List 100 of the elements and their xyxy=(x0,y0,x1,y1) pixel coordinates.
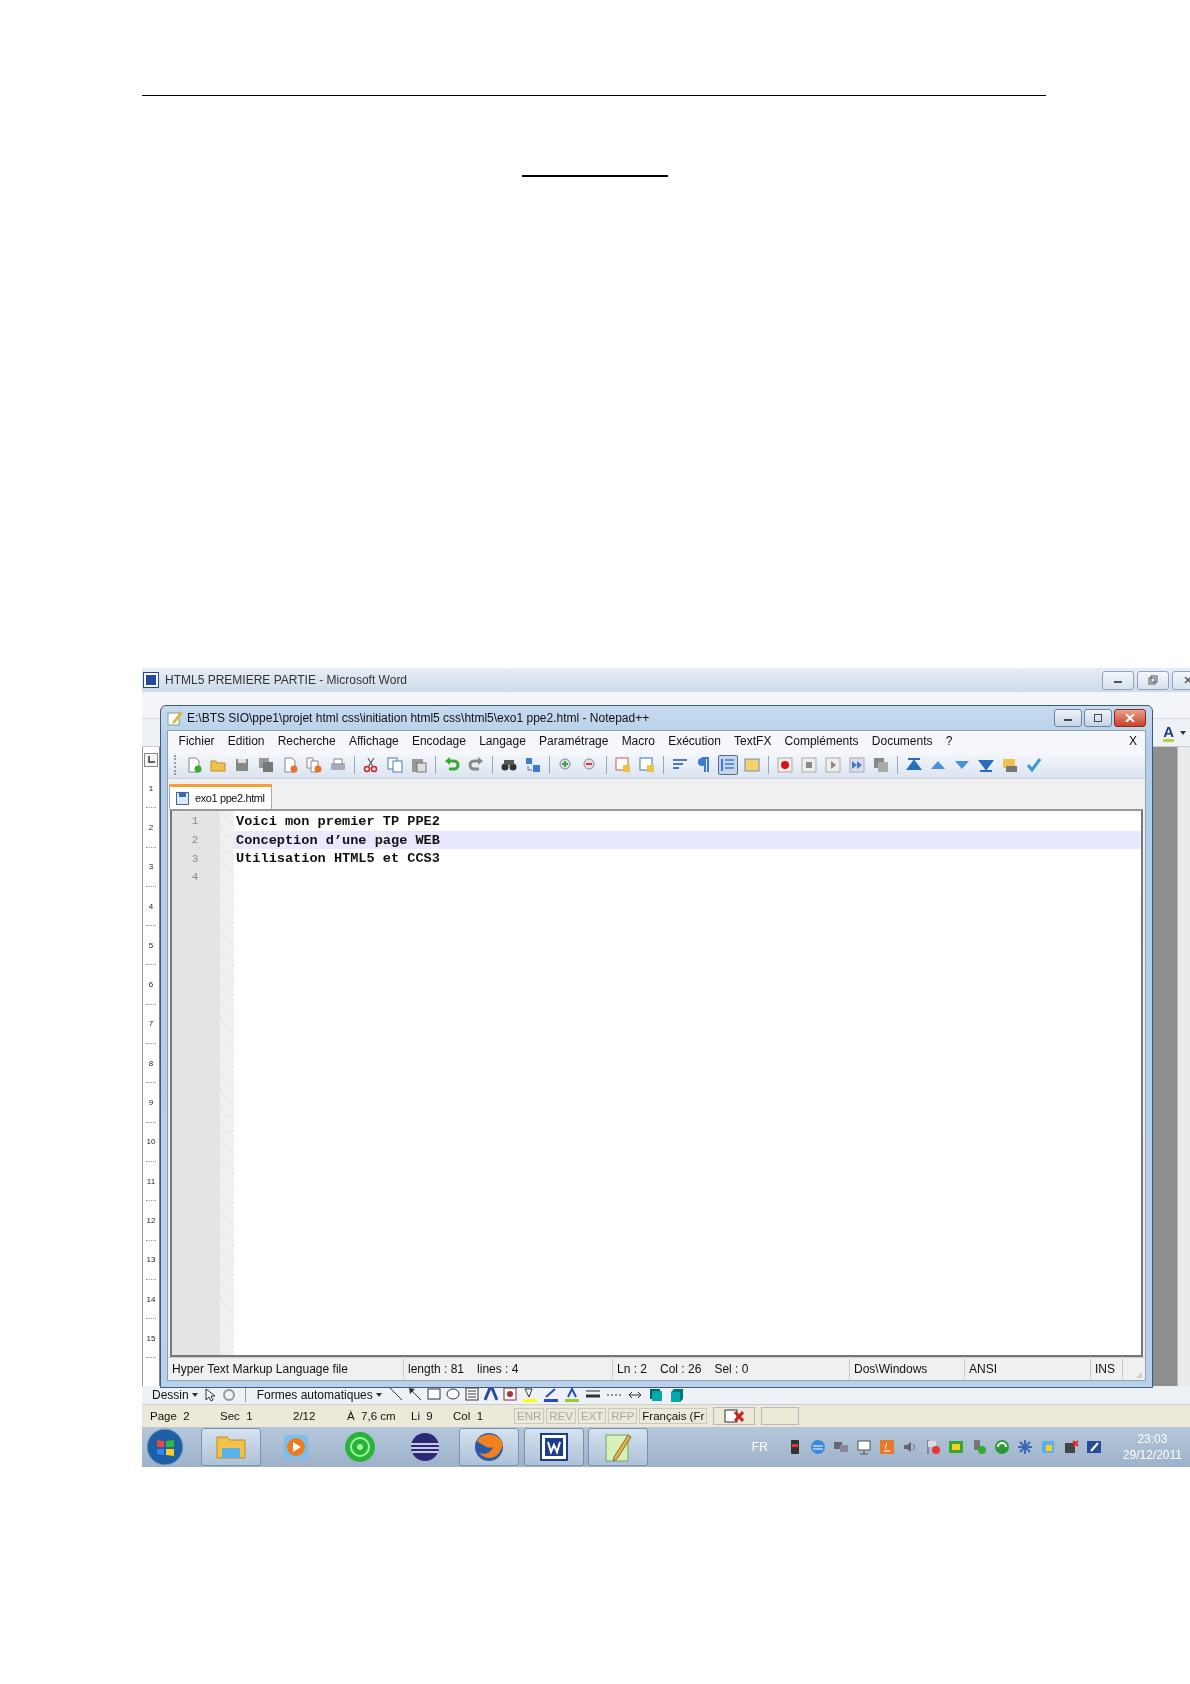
caret-icon xyxy=(375,1393,382,1397)
menu-item[interactable]: Edition xyxy=(221,734,272,748)
menu-item[interactable]: Recherche xyxy=(271,734,343,748)
minimize-button[interactable] xyxy=(1054,709,1082,727)
line-color-icon[interactable] xyxy=(542,1387,559,1403)
tab-stop-icon xyxy=(147,756,155,764)
status-field: Français (Fr xyxy=(639,1408,708,1424)
printer-icon xyxy=(330,756,346,773)
zoom-out-icon xyxy=(582,756,598,773)
split-window-button[interactable] xyxy=(613,754,633,775)
indent-guide-button[interactable] xyxy=(718,754,738,775)
line-number: 4 xyxy=(191,871,199,884)
close-button[interactable] xyxy=(1114,709,1146,727)
diagram-icon[interactable] xyxy=(502,1387,517,1403)
chart-icon[interactable] xyxy=(947,1439,964,1455)
oval-icon[interactable] xyxy=(445,1387,460,1403)
rectangle-icon[interactable] xyxy=(426,1387,441,1403)
floppy-stack-icon xyxy=(258,756,274,773)
status-field: EXT xyxy=(577,1408,607,1424)
text-editor[interactable]: 1 2 3 4 Voici mon premier TP PPE2 Conception d’une page WEB Utilisation HTML5 et CCS3 xyxy=(170,809,1143,1357)
split-window-icon xyxy=(639,756,655,773)
start-orb-icon[interactable] xyxy=(146,1428,184,1466)
speaker-icon[interactable] xyxy=(901,1439,918,1455)
dropdown-button[interactable]: Formes automatiques xyxy=(254,1388,384,1402)
minimize-button[interactable] xyxy=(1102,670,1134,690)
status-field: 2/12 xyxy=(290,1408,334,1424)
menu-item[interactable]: Encodage xyxy=(405,734,473,748)
line-ending-label: Dos\Windows xyxy=(854,1362,928,1376)
stop-button[interactable] xyxy=(799,754,819,775)
clock-time: 23:03 xyxy=(1137,1431,1168,1447)
ruler-number: 9 xyxy=(148,1098,154,1107)
code-line: Conception d’une page WEB xyxy=(236,832,440,848)
menu-item[interactable]: Macro xyxy=(615,734,662,748)
menu-item[interactable]: Fichier xyxy=(172,734,222,748)
split-window-button[interactable] xyxy=(637,754,657,775)
menu-item[interactable]: Affichage xyxy=(342,734,406,748)
menu-item[interactable]: Compléments xyxy=(778,734,866,748)
menu-item[interactable]: ? xyxy=(939,734,959,748)
file-tab[interactable]: exo1 ppe2.html xyxy=(169,784,272,809)
close-files-button[interactable] xyxy=(304,754,324,775)
panel-icon xyxy=(744,756,760,773)
jump-top-icon xyxy=(906,756,922,773)
font-color-button[interactable]: A xyxy=(1161,723,1188,742)
taskbar-button[interactable] xyxy=(523,1428,584,1466)
close-document-button[interactable]: X xyxy=(1121,734,1145,748)
power-plug-icon[interactable] xyxy=(1062,1439,1079,1455)
pointer-icon[interactable] xyxy=(204,1388,217,1402)
column-label: Col : 26 xyxy=(660,1362,702,1376)
taskbar-button[interactable] xyxy=(459,1428,519,1466)
copy-button[interactable] xyxy=(385,754,405,775)
ruler-number: 7 xyxy=(148,1019,154,1029)
status-field: Page 2 xyxy=(147,1408,215,1424)
font-color-icon[interactable] xyxy=(563,1387,580,1403)
document-printer-icon xyxy=(1002,756,1018,773)
ruler-number: 8 xyxy=(148,1058,154,1068)
encoding-label: ANSI xyxy=(969,1362,997,1376)
record-button[interactable] xyxy=(775,754,795,775)
ruler-number: 13 xyxy=(146,1255,156,1265)
arrow-icon[interactable] xyxy=(407,1387,422,1403)
striped-disc-icon[interactable] xyxy=(809,1439,826,1455)
line-number: 2 xyxy=(191,834,199,847)
monitors-icon[interactable] xyxy=(832,1439,849,1455)
record-icon xyxy=(777,756,793,773)
line-icon[interactable] xyxy=(388,1387,403,1403)
tab-stop-button[interactable] xyxy=(144,753,158,767)
insert-mode-label: INS xyxy=(1095,1362,1115,1376)
line-number: 1 xyxy=(191,815,199,828)
menu-item[interactable]: TextFX xyxy=(727,734,778,748)
fast-forward-button[interactable] xyxy=(847,754,867,775)
snowflake-icon[interactable] xyxy=(1016,1439,1033,1455)
maximize-button[interactable] xyxy=(1084,709,1112,727)
close-file-icon xyxy=(282,756,298,773)
fill-color-icon[interactable] xyxy=(521,1387,538,1403)
flag-error-icon[interactable] xyxy=(924,1439,941,1455)
play-button[interactable] xyxy=(823,754,843,775)
status-field: À 7,6 cm xyxy=(344,1408,406,1424)
status-field: Sec 1 xyxy=(217,1408,288,1424)
code-line: Utilisation HTML5 et CCS3 xyxy=(236,851,440,867)
close-icon xyxy=(1125,714,1135,722)
new-file-icon xyxy=(186,756,202,773)
ruler-number: 15 xyxy=(146,1333,156,1343)
menu-item[interactable]: Langage xyxy=(472,734,533,748)
selection-label: Sel : 0 xyxy=(714,1362,749,1376)
ruler-number: 2 xyxy=(148,822,154,832)
cube-icon[interactable] xyxy=(668,1387,685,1403)
restore-button[interactable] xyxy=(1137,670,1169,690)
menu-item[interactable]: Paramétrage xyxy=(532,734,616,748)
wordart-icon[interactable] xyxy=(483,1387,498,1403)
pen-tablet-icon[interactable] xyxy=(1085,1439,1102,1455)
refresh-icon[interactable] xyxy=(993,1439,1010,1455)
restore-icon xyxy=(1148,675,1158,685)
toolbar-grip[interactable] xyxy=(174,754,178,775)
text-box-icon[interactable] xyxy=(464,1387,479,1403)
stacked-pages-icon xyxy=(873,756,889,773)
menu-item[interactable]: Documents xyxy=(865,734,940,748)
shadow-icon[interactable] xyxy=(647,1387,664,1403)
dropdown-button[interactable]: Dessin xyxy=(150,1388,200,1402)
split-window-icon xyxy=(615,756,631,773)
scissors-icon xyxy=(363,756,379,773)
menu-item[interactable]: Exécution xyxy=(661,734,728,748)
